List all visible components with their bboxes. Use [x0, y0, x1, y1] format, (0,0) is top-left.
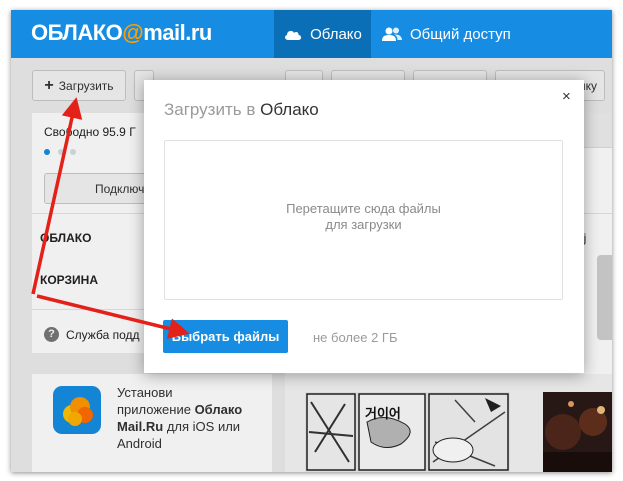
drop-zone-hint: Перетащите сюда файлы [286, 201, 441, 216]
header-bar: ОБЛАКО@mail.ru Облако Общий доступ [11, 10, 612, 58]
close-icon[interactable]: × [562, 88, 571, 105]
people-icon [382, 27, 402, 41]
app-window: ОБЛАКО@mail.ru Облако Общий доступ + Заг… [11, 10, 612, 472]
drop-zone-hint: для загрузки [325, 217, 402, 232]
tab-cloud[interactable]: Облако [274, 10, 371, 58]
dialog-title-target: Облако [260, 100, 319, 119]
dialog-title: Загрузить в Облако [164, 100, 319, 120]
logo-prefix: ОБЛАКО [31, 20, 123, 45]
logo[interactable]: ОБЛАКО@mail.ru [31, 20, 212, 46]
size-limit-label: не более 2 ГБ [313, 330, 398, 345]
tab-cloud-label: Облако [310, 25, 362, 43]
drop-zone[interactable]: Перетащите сюда файлы для загрузки [164, 140, 563, 300]
tab-shared-access[interactable]: Общий доступ [381, 10, 521, 58]
cloud-icon [285, 30, 302, 40]
logo-at: @ [122, 20, 144, 45]
upload-dialog: Загрузить в Облако × Перетащите сюда фай… [144, 80, 584, 373]
logo-suffix: mail.ru [143, 20, 212, 45]
tab-shared-access-label: Общий доступ [410, 25, 511, 43]
choose-files-button[interactable]: Выбрать файлы [163, 320, 288, 353]
dialog-title-prefix: Загрузить в [164, 100, 261, 119]
